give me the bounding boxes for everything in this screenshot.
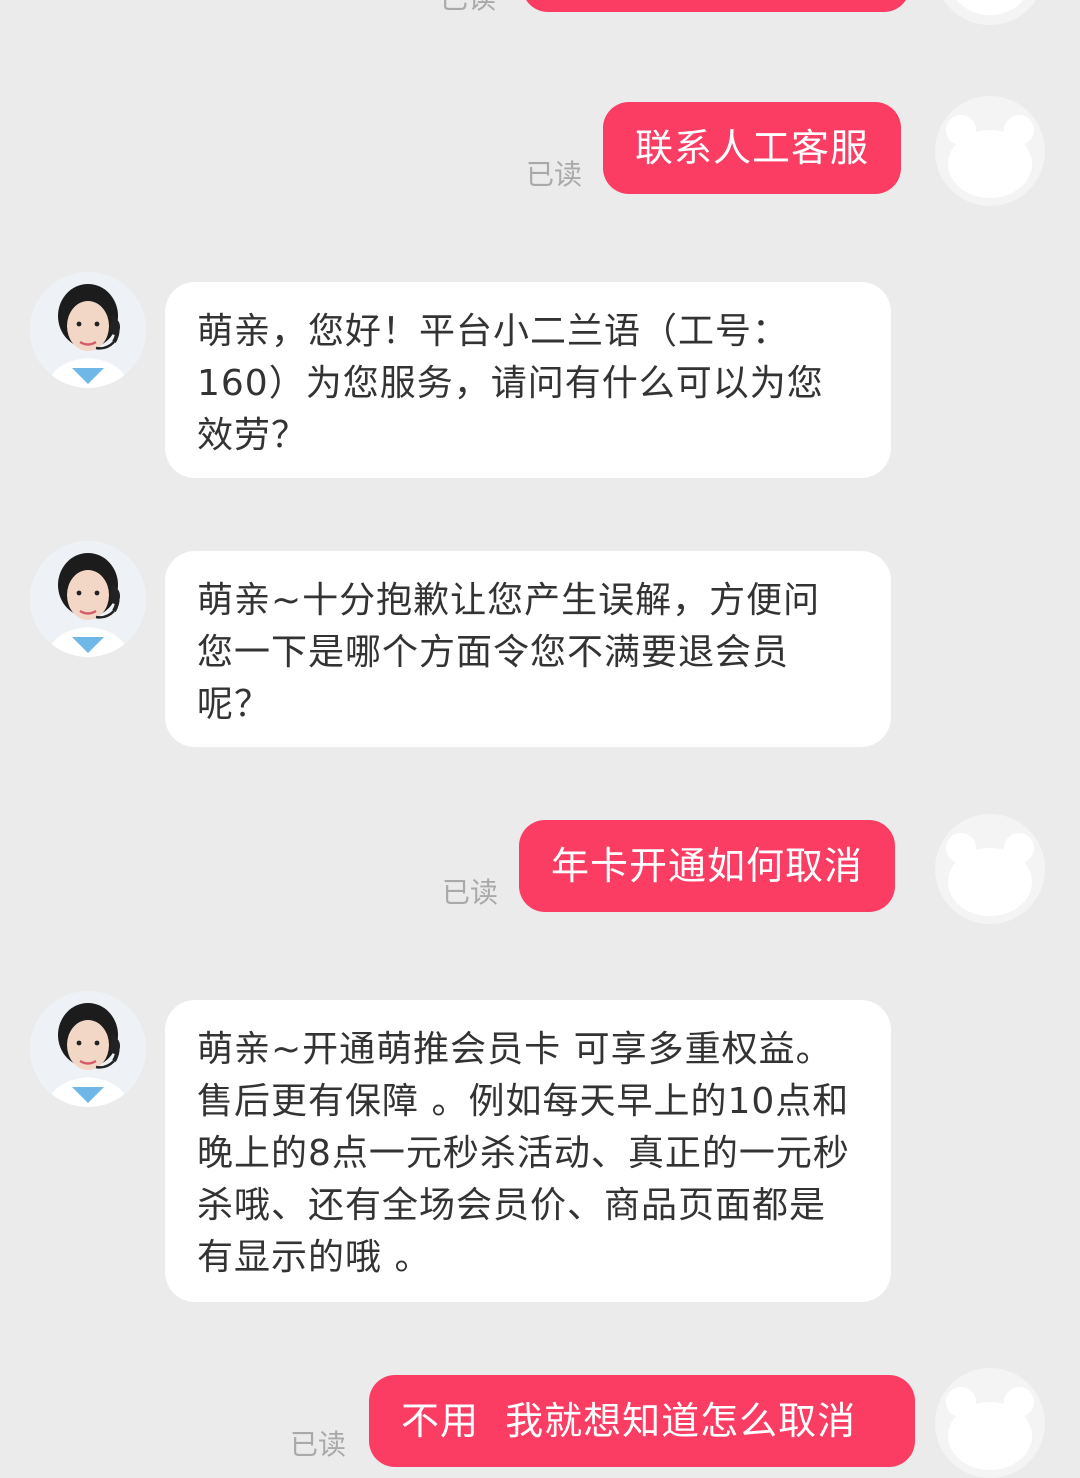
incoming-message[interactable]: 萌亲~开通萌推会员卡 可享多重权益。售后更有保障 。例如每天早上的10点和晚上的…	[165, 1000, 891, 1302]
agent-avatar[interactable]	[30, 272, 146, 388]
incoming-message[interactable]: 萌亲~十分抱歉让您产生误解，方便问您一下是哪个方面令您不满要退会员呢？	[165, 551, 891, 747]
user-avatar-partial[interactable]	[935, 0, 1045, 25]
incoming-message[interactable]: 萌亲，您好！平台小二兰语（工号：160）为您服务，请问有什么可以为您效劳？	[165, 282, 891, 478]
agent-avatar[interactable]	[30, 991, 146, 1107]
outgoing-message-partial[interactable]	[522, 0, 910, 12]
chat-thread: 已读 已读 联系人工客服	[0, 0, 1080, 1478]
customer-service-agent-icon	[30, 541, 146, 657]
user-avatar[interactable]	[935, 1368, 1045, 1478]
read-status-partial: 已读	[440, 0, 496, 16]
read-status: 已读	[526, 158, 583, 191]
customer-service-agent-icon	[30, 272, 146, 388]
outgoing-message[interactable]: 联系人工客服	[603, 102, 902, 194]
read-status: 已读	[290, 1428, 347, 1461]
bear-silhouette-icon	[946, 833, 1034, 916]
outgoing-message[interactable]: 不用 我就想知道怎么取消	[369, 1375, 915, 1467]
bear-silhouette-icon	[956, 0, 1024, 15]
bear-silhouette-icon	[946, 1387, 1034, 1470]
bear-silhouette-icon	[946, 115, 1034, 198]
user-avatar[interactable]	[935, 96, 1045, 206]
read-status: 已读	[442, 876, 499, 909]
agent-avatar[interactable]	[30, 541, 146, 657]
user-avatar[interactable]	[935, 814, 1045, 924]
outgoing-message[interactable]: 年卡开通如何取消	[519, 820, 896, 912]
customer-service-agent-icon	[30, 991, 146, 1107]
